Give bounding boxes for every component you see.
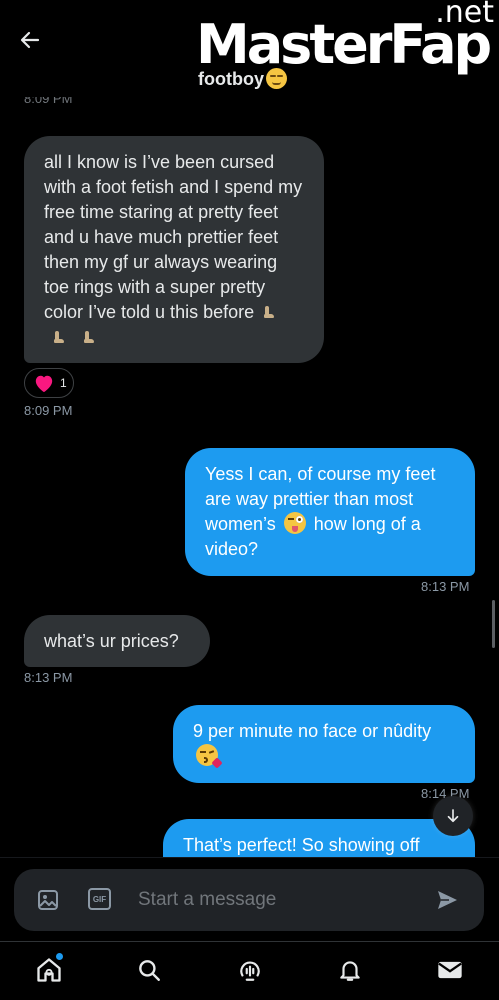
nav-notifications[interactable] bbox=[335, 955, 365, 985]
foot-emoji bbox=[53, 330, 65, 344]
partial-timestamp: 8:09 PM bbox=[24, 91, 73, 106]
nav-messages[interactable] bbox=[435, 955, 465, 985]
message-timestamp: 8:09 PM bbox=[24, 403, 73, 418]
nav-search[interactable] bbox=[134, 955, 164, 985]
notification-dot bbox=[56, 953, 63, 960]
incoming-message-bubble[interactable]: what’s ur prices? bbox=[24, 615, 210, 667]
arrow-left-icon bbox=[20, 31, 40, 49]
gif-button[interactable]: GIF bbox=[88, 888, 111, 910]
image-icon bbox=[38, 890, 58, 910]
outgoing-message-bubble[interactable]: Yess I can, of course my feet are way pr… bbox=[185, 448, 475, 576]
relieved-face-emoji bbox=[265, 68, 287, 89]
reaction-count: 1 bbox=[60, 376, 67, 390]
nav-home[interactable] bbox=[34, 953, 64, 985]
message-timestamp: 8:13 PM bbox=[24, 670, 73, 685]
heart-icon bbox=[35, 375, 53, 393]
message-list[interactable]: all I know is I’ve been cursed with a fo… bbox=[0, 100, 499, 857]
messages-icon bbox=[438, 961, 462, 979]
conversation-header: MasterFap .net footboy 8:09 PM bbox=[0, 0, 499, 106]
username-text: footboy bbox=[198, 69, 264, 89]
winking-face-tongue-emoji bbox=[283, 512, 306, 534]
foot-emoji bbox=[83, 330, 95, 344]
message-text: 9 per minute no face or nûdity bbox=[193, 721, 432, 741]
nav-spaces[interactable] bbox=[235, 955, 265, 985]
send-icon bbox=[438, 891, 457, 909]
foot-emoji bbox=[263, 305, 275, 319]
message-timestamp: 8:13 PM bbox=[421, 579, 470, 594]
composer-bar: GIF bbox=[0, 857, 499, 941]
outgoing-message-bubble[interactable]: That’s perfect! So showing off bbox=[163, 819, 475, 857]
watermark-tld: .net bbox=[435, 0, 494, 30]
heart-reaction[interactable]: 1 bbox=[24, 368, 74, 398]
outgoing-message-bubble[interactable]: 9 per minute no face or nûdity bbox=[173, 705, 475, 783]
message-input[interactable] bbox=[138, 883, 428, 917]
conversation-username[interactable]: footboy bbox=[198, 68, 287, 90]
bottom-navigation bbox=[0, 941, 499, 1000]
notifications-icon bbox=[340, 961, 360, 981]
incoming-message-bubble[interactable]: all I know is I’ve been cursed with a fo… bbox=[24, 136, 324, 363]
message-text: all I know is I’ve been cursed with a fo… bbox=[44, 152, 303, 322]
back-button[interactable] bbox=[14, 24, 46, 56]
scroll-to-bottom-button[interactable] bbox=[433, 796, 473, 836]
arrow-down-icon bbox=[447, 809, 459, 823]
add-image-button[interactable] bbox=[36, 888, 60, 912]
message-text: what’s ur prices? bbox=[44, 631, 179, 651]
send-button[interactable] bbox=[435, 888, 459, 912]
chat-scrollbar[interactable] bbox=[492, 600, 495, 648]
face-blowing-kiss-emoji bbox=[196, 744, 223, 769]
spaces-icon bbox=[240, 961, 260, 981]
message-text: That’s perfect! So showing off bbox=[183, 835, 420, 855]
home-icon bbox=[37, 958, 61, 982]
search-icon bbox=[139, 960, 160, 981]
message-composer: GIF bbox=[14, 869, 484, 931]
